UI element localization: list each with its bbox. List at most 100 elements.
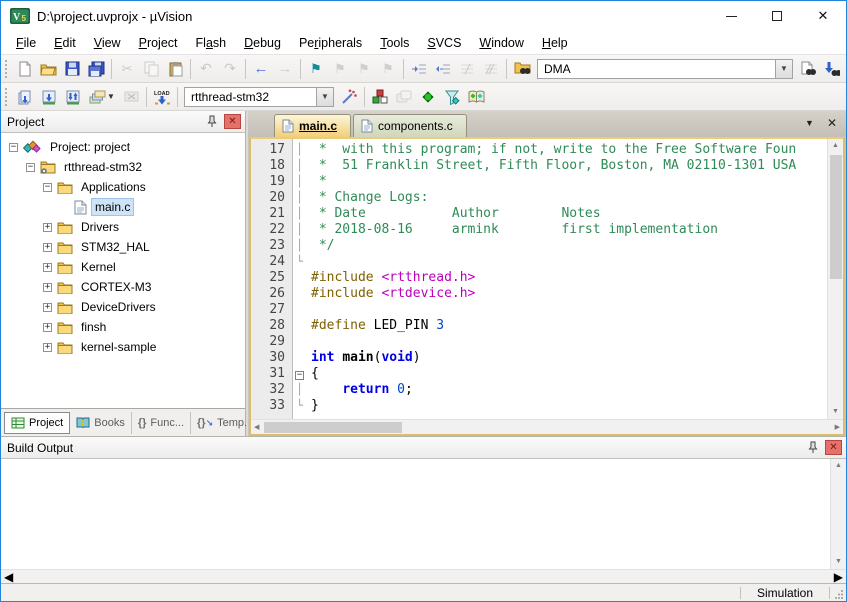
expand-icon[interactable]: + [43,343,52,352]
build-output-vertical-scrollbar[interactable]: ▲ ▼ [830,459,846,569]
build-output-horizontal-scrollbar[interactable]: ◀ ▶ [1,569,846,583]
collapse-icon[interactable]: − [26,163,35,172]
open-file-button[interactable] [37,58,59,80]
translate-file-button[interactable] [14,86,36,108]
menu-tools[interactable]: Tools [371,33,418,53]
tree-item-applications[interactable]: −Applications [1,177,245,197]
tree-item-kernel-sample[interactable]: +kernel-sample [1,337,245,357]
menu-window[interactable]: Window [470,33,532,53]
expand-icon[interactable]: + [43,283,52,292]
batch-build-button[interactable]: ▼ [86,86,118,108]
stop-build-button [120,86,142,108]
close-tab-icon[interactable]: ✕ [827,116,837,130]
line-number: 26 [251,286,285,302]
menu-edit[interactable]: Edit [45,33,85,53]
editor-horizontal-scrollbar[interactable]: ◀ ▶ [251,419,843,434]
chevron-down-icon[interactable]: ▼ [775,60,792,78]
bookmark-toggle-button[interactable]: ⚑ [305,58,327,80]
project-panel-close-button[interactable]: ✕ [224,114,241,129]
code-fold-margin[interactable]: │││││││└ −│└ [293,139,306,419]
incremental-find-icon [824,61,840,77]
scroll-down-icon[interactable]: ▼ [832,407,839,417]
tree-item-drivers[interactable]: +Drivers [1,217,245,237]
toolbar-grip[interactable] [5,60,7,78]
build-output-close-button[interactable]: ✕ [825,440,842,455]
pin-button[interactable] [804,440,822,456]
download-to-flash-button[interactable]: LOAD [151,86,173,108]
menu-project[interactable]: Project [130,33,187,53]
paste-button[interactable] [164,58,186,80]
tree-item-main-c[interactable]: main.c [1,197,245,217]
scroll-up-icon[interactable]: ▲ [835,461,842,471]
save-all-button[interactable] [85,58,107,80]
scroll-thumb[interactable] [830,155,842,279]
editor-tab-main-c[interactable]: main.c [274,114,351,137]
expand-icon[interactable]: + [43,243,52,252]
resize-grip[interactable] [830,584,846,601]
maximize-button[interactable] [754,1,800,31]
tree-item-label: DeviceDrivers [78,299,159,315]
collapse-icon[interactable]: − [9,143,18,152]
menu-help[interactable]: Help [533,33,577,53]
select-software-packs-button[interactable] [441,86,463,108]
find-in-files-dialog-button[interactable] [797,58,819,80]
save-button[interactable] [61,58,83,80]
scroll-right-icon[interactable]: ▶ [834,570,843,584]
scroll-left-icon[interactable]: ◀ [254,423,259,431]
search-combo[interactable]: DMA▼ [537,59,793,79]
menu-svcs[interactable]: SVCS [418,33,470,53]
collapse-icon[interactable]: − [43,183,52,192]
rebuild-all-button[interactable] [62,86,84,108]
pin-button[interactable] [203,114,221,130]
minimize-button[interactable] [708,1,754,31]
expand-icon[interactable]: + [43,323,52,332]
menu-view[interactable]: View [85,33,130,53]
scroll-up-icon[interactable]: ▲ [832,141,839,151]
tree-item-devicedrivers[interactable]: + DeviceDrivers [1,297,245,317]
editor-vertical-scrollbar[interactable]: ▲ ▼ [827,139,843,419]
target-combo[interactable]: rtthread-stm32▼ [184,87,334,107]
editor-tab-components-c[interactable]: components.c [353,114,467,137]
scroll-down-icon[interactable]: ▼ [835,557,842,567]
find-in-files-button[interactable] [511,58,533,80]
menu-debug[interactable]: Debug [235,33,290,53]
incremental-find-button[interactable] [821,58,843,80]
new-file-button[interactable] [13,58,35,80]
build-output-text[interactable] [1,459,830,569]
scroll-right-icon[interactable]: ▶ [835,423,840,431]
manage-rte-button[interactable] [417,86,439,108]
toolbar-grip[interactable] [5,88,8,106]
expand-icon[interactable]: + [43,263,52,272]
panel-tab-project[interactable]: Project [4,412,70,434]
code-area[interactable]: 1718192021222324252627282930313233 │││││… [251,139,843,419]
tree-item-kernel[interactable]: +Kernel [1,257,245,277]
code-text[interactable]: * with this program; if not, write to th… [306,139,827,419]
tree-item-stm32-hal[interactable]: +STM32_HAL [1,237,245,257]
build-button[interactable] [38,86,60,108]
scroll-left-icon[interactable]: ◀ [4,570,13,584]
scroll-thumb[interactable] [264,422,402,433]
menu-flash[interactable]: Flash [187,33,236,53]
chevron-down-icon[interactable]: ▼ [107,92,115,101]
tree-item-cortex-m3[interactable]: +CORTEX-M3 [1,277,245,297]
tab-list-dropdown-icon[interactable]: ▼ [805,118,814,128]
chevron-down-icon[interactable]: ▼ [316,88,333,106]
tree-item-finsh[interactable]: +finsh [1,317,245,337]
indent-button[interactable] [408,58,430,80]
panel-tab-books[interactable]: ?Books [70,412,132,434]
tree-item-project-project[interactable]: −Project: project [1,137,245,157]
navigate-back-button[interactable]: ← [250,58,272,80]
code-line: * with this program; if not, write to th… [311,142,827,158]
menu-file[interactable]: File [7,33,45,53]
manage-project-items-button[interactable] [369,86,391,108]
options-for-target-button[interactable] [338,86,360,108]
panel-tab-func[interactable]: {}Func... [132,412,191,434]
fold-collapse-icon[interactable]: − [295,371,304,380]
menu-peripherals[interactable]: Peripherals [290,33,371,53]
close-button[interactable]: ✕ [800,1,846,31]
outdent-button[interactable] [432,58,454,80]
tree-item-rtthread-stm32[interactable]: −rtthread-stm32 [1,157,245,177]
expand-icon[interactable]: + [43,223,52,232]
expand-icon[interactable]: + [43,303,52,312]
pack-installer-button[interactable] [465,86,487,108]
